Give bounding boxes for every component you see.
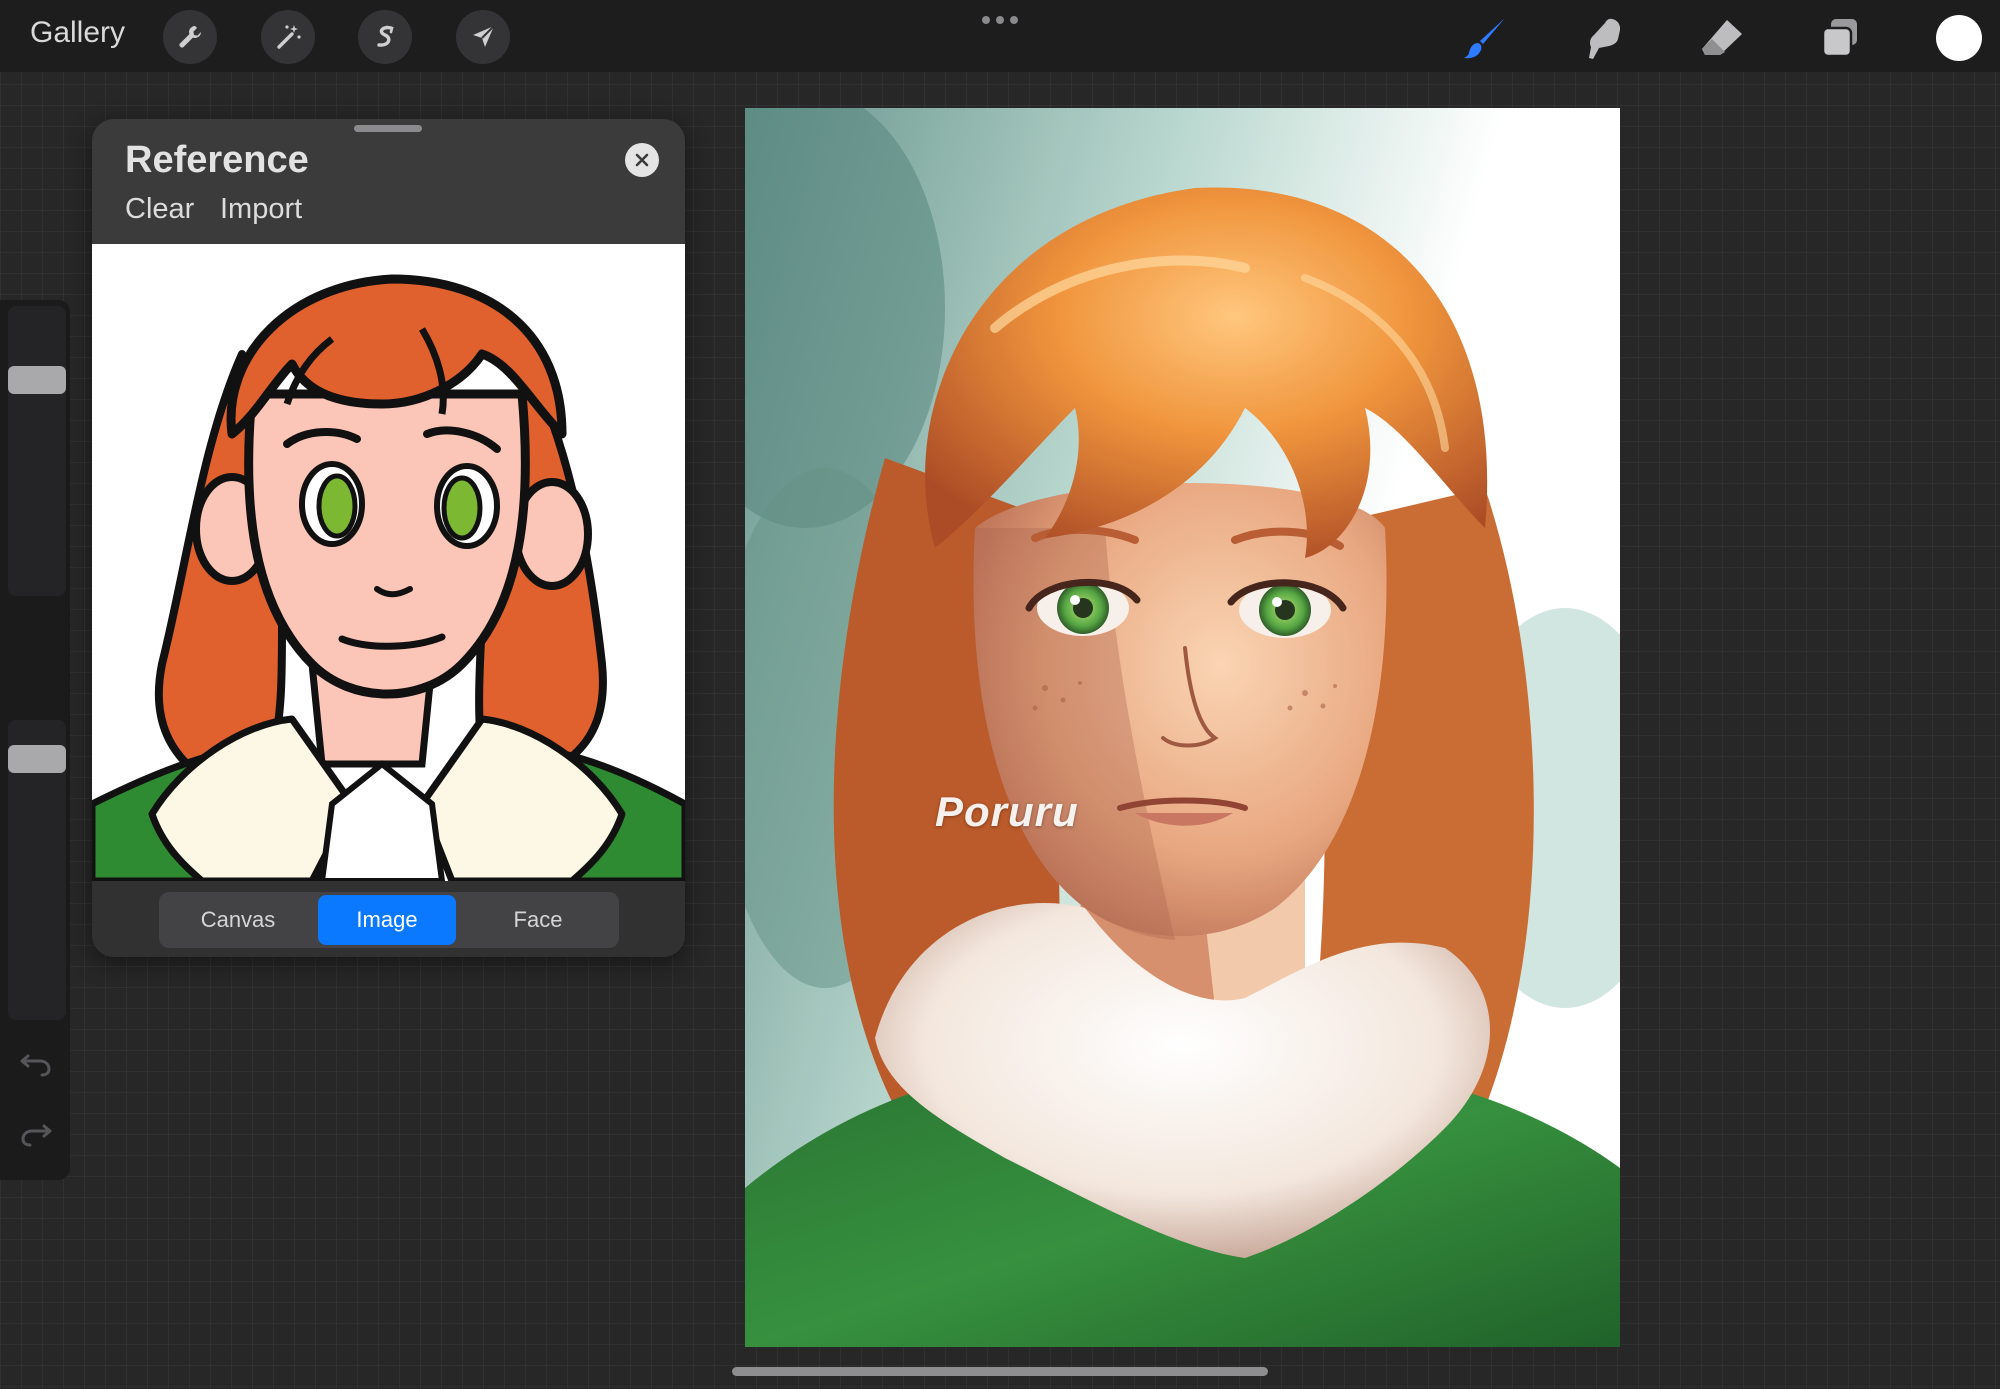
gallery-button[interactable]: Gallery [30,16,125,50]
painted-portrait [745,108,1620,1347]
panel-drag-handle[interactable] [354,125,422,132]
smudge-button[interactable] [1578,12,1630,64]
reference-panel: Reference Clear Import Canvas Image Face [92,119,685,957]
eraser-icon [1702,20,1742,55]
selection-button[interactable] [358,10,412,64]
brush-size-slider[interactable] [8,306,66,596]
actions-button[interactable] [163,10,217,64]
mode-canvas[interactable]: Canvas [162,895,314,945]
brush-button[interactable] [1460,12,1512,64]
opacity-handle[interactable] [8,745,66,774]
layers-icon [1821,19,1857,58]
reference-footer: Canvas Image Face [92,881,685,957]
home-indicator[interactable] [732,1367,1268,1376]
undo-button[interactable] [18,1048,54,1078]
brush-icon [1464,18,1505,59]
reference-title: Reference [125,139,309,181]
selection-s-icon [377,25,394,47]
artist-watermark: Poruru [935,788,1079,835]
smudge-finger-icon [1589,18,1621,60]
redo-button[interactable] [18,1118,54,1148]
more-dots-icon[interactable] [980,14,1020,26]
reference-mode-selector: Canvas Image Face [159,892,619,948]
adjustments-button[interactable] [261,10,315,64]
layers-button[interactable] [1814,12,1866,64]
import-button[interactable]: Import [220,193,302,226]
transform-button[interactable] [456,10,510,64]
wrench-icon [179,26,201,48]
mode-image[interactable]: Image [318,895,456,945]
top-toolbar: Gallery [0,0,2000,72]
color-picker[interactable] [1936,15,1982,61]
arrow-cursor-icon [473,25,495,47]
reference-image[interactable] [92,244,685,881]
brush-size-handle[interactable] [8,365,66,394]
left-sidebar [0,300,70,1180]
close-reference-button[interactable] [625,143,659,177]
close-icon [635,153,649,167]
drawing-canvas[interactable]: Poruru [745,108,1620,1347]
magic-wand-icon [277,25,301,49]
redo-icon [21,1124,52,1147]
eraser-button[interactable] [1696,12,1748,64]
clear-button[interactable]: Clear [125,193,194,226]
cartoon-girl-sketch [92,274,685,881]
mode-face[interactable]: Face [460,895,616,945]
undo-icon [20,1054,51,1077]
